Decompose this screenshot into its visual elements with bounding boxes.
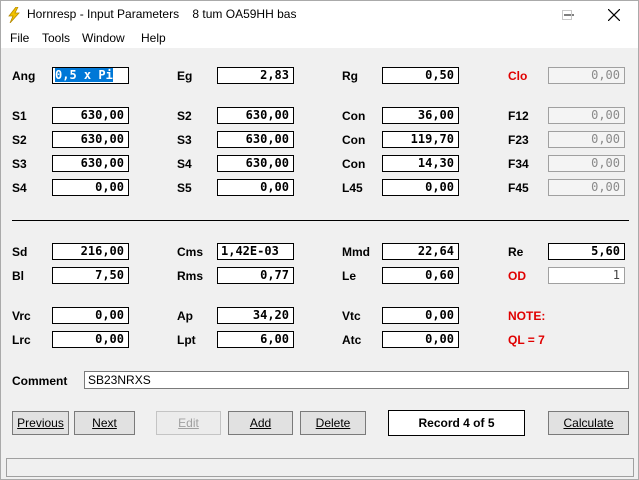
ang-value: 0,5 x Pi: [55, 68, 113, 82]
s5-field[interactable]: 0,00: [217, 179, 294, 196]
label-lpt: Lpt: [177, 333, 196, 347]
close-button[interactable]: [592, 1, 638, 29]
record-indicator: Record 4 of 5: [388, 410, 525, 436]
f12-field[interactable]: 0,00: [548, 107, 625, 124]
s4-left-field[interactable]: 0,00: [52, 179, 129, 196]
menu-help[interactable]: Help: [141, 31, 166, 45]
label-f45: F45: [508, 181, 529, 195]
previous-button[interactable]: Previous: [12, 411, 69, 435]
rg-field[interactable]: 0,50: [382, 67, 459, 84]
label-f23: F23: [508, 133, 529, 147]
f23-field[interactable]: 0,00: [548, 131, 625, 148]
next-button[interactable]: Next: [74, 411, 135, 435]
l45-field[interactable]: 0,00: [382, 179, 459, 196]
label-ang: Ang: [12, 69, 36, 83]
f45-field[interactable]: 0,00: [548, 179, 625, 196]
label-comment: Comment: [12, 374, 68, 388]
label-sd: Sd: [12, 245, 28, 259]
menu-window[interactable]: Window: [82, 31, 125, 45]
clo-field[interactable]: 0,00: [548, 67, 625, 84]
label-l45: L45: [342, 181, 363, 195]
le-field[interactable]: 0,60: [382, 267, 459, 284]
status-bar: [6, 458, 634, 477]
note-label: NOTE:: [508, 309, 546, 323]
vrc-field[interactable]: 0,00: [52, 307, 129, 324]
sd-field[interactable]: 216,00: [52, 243, 129, 260]
label-s2-left: S2: [12, 133, 27, 147]
label-le: Le: [342, 269, 357, 283]
vtc-field[interactable]: 0,00: [382, 307, 459, 324]
maximize-icon: [562, 10, 572, 20]
maximize-button[interactable]: [546, 1, 592, 29]
atc-field[interactable]: 0,00: [382, 331, 459, 348]
label-vrc: Vrc: [12, 309, 31, 323]
label-rms: Rms: [177, 269, 204, 283]
label-s4: S4: [177, 157, 192, 171]
label-vtc: Vtc: [342, 309, 361, 323]
label-re: Re: [508, 245, 524, 259]
label-atc: Atc: [342, 333, 362, 347]
section-divider: [12, 220, 629, 221]
lpt-field[interactable]: 6,00: [217, 331, 294, 348]
label-lrc: Lrc: [12, 333, 31, 347]
s4-field[interactable]: 630,00: [217, 155, 294, 172]
label-s2: S2: [177, 109, 192, 123]
f34-field[interactable]: 0,00: [548, 155, 625, 172]
add-button[interactable]: Add: [228, 411, 293, 435]
calculate-button[interactable]: Calculate: [548, 411, 629, 435]
label-s3-left: S3: [12, 157, 27, 171]
s3-field[interactable]: 630,00: [217, 131, 294, 148]
window-title: Hornresp - Input Parameters 8 tum OA59HH…: [27, 7, 297, 21]
od-field[interactable]: 1: [548, 267, 625, 284]
ql-note: QL = 7: [508, 333, 545, 347]
delete-button[interactable]: Delete: [300, 411, 366, 435]
label-rg: Rg: [342, 69, 358, 83]
label-s4-left: S4: [12, 181, 27, 195]
menu-bar: File Tools Window Help: [1, 29, 638, 48]
label-ap: Ap: [177, 309, 193, 323]
lightning-bolt-icon: [7, 6, 21, 24]
bl-field[interactable]: 7,50: [52, 267, 129, 284]
eg-field[interactable]: 2,83: [217, 67, 294, 84]
con-3-field[interactable]: 14,30: [382, 155, 459, 172]
label-f12: F12: [508, 109, 529, 123]
menu-file[interactable]: File: [10, 31, 29, 45]
cms-field[interactable]: 1,42E-03: [217, 243, 294, 260]
s2-left-field[interactable]: 630,00: [52, 131, 129, 148]
label-s3: S3: [177, 133, 192, 147]
ang-field[interactable]: 0,5 x Pi: [52, 67, 129, 84]
label-clo: Clo: [508, 69, 528, 83]
label-cms: Cms: [177, 245, 204, 259]
con-2-field[interactable]: 119,70: [382, 131, 459, 148]
rms-field[interactable]: 0,77: [217, 267, 294, 284]
edit-button[interactable]: Edit: [156, 411, 221, 435]
label-s1: S1: [12, 109, 27, 123]
label-con-1: Con: [342, 109, 366, 123]
label-bl: Bl: [12, 269, 24, 283]
menu-tools[interactable]: Tools: [42, 31, 70, 45]
comment-input[interactable]: SB23NRXS: [84, 371, 629, 389]
title-bar: Hornresp - Input Parameters 8 tum OA59HH…: [1, 1, 638, 29]
con-1-field[interactable]: 36,00: [382, 107, 459, 124]
s1-field[interactable]: 630,00: [52, 107, 129, 124]
label-con-3: Con: [342, 157, 366, 171]
s2-field[interactable]: 630,00: [217, 107, 294, 124]
label-con-2: Con: [342, 133, 366, 147]
ap-field[interactable]: 34,20: [217, 307, 294, 324]
s3-left-field[interactable]: 630,00: [52, 155, 129, 172]
label-od: OD: [508, 269, 526, 283]
mmd-field[interactable]: 22,64: [382, 243, 459, 260]
lrc-field[interactable]: 0,00: [52, 331, 129, 348]
re-field[interactable]: 5,60: [548, 243, 625, 260]
label-eg: Eg: [177, 69, 193, 83]
close-icon: [608, 9, 620, 21]
label-f34: F34: [508, 157, 529, 171]
label-s5: S5: [177, 181, 192, 195]
label-mmd: Mmd: [342, 245, 370, 259]
hornresp-window: Hornresp - Input Parameters 8 tum OA59HH…: [0, 0, 639, 480]
